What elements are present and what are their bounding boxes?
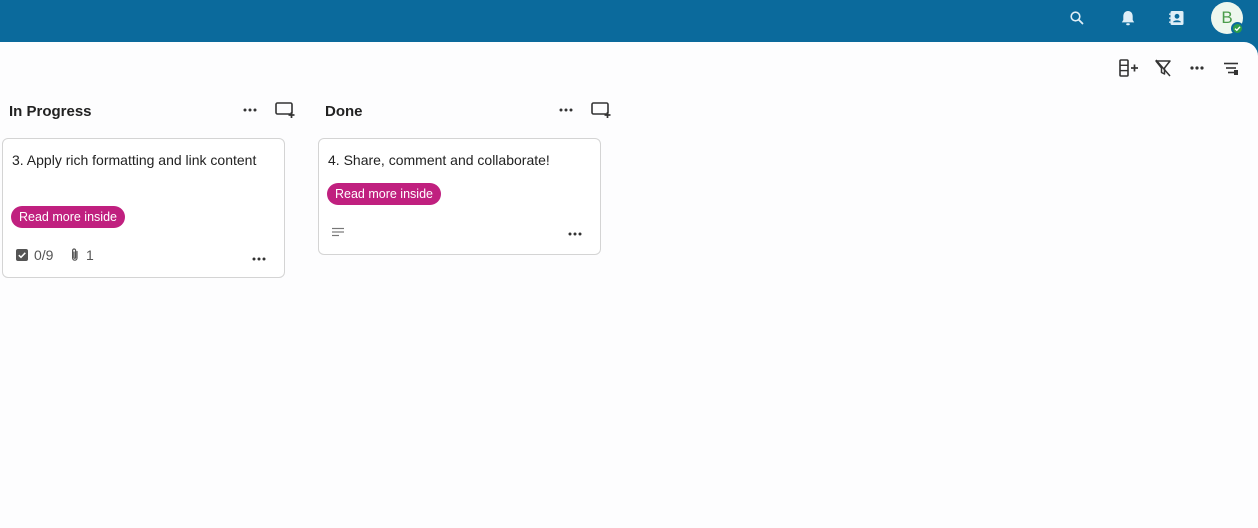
- task-card[interactable]: 3. Apply rich formatting and link conten…: [2, 138, 285, 278]
- description-icon: [331, 227, 345, 237]
- add-card-icon[interactable]: [273, 98, 297, 122]
- card-title: 4. Share, comment and collaborate!: [328, 152, 550, 168]
- column-more-icon[interactable]: [238, 98, 262, 122]
- presence-status-icon: [1231, 22, 1244, 35]
- column-more-icon[interactable]: [554, 98, 578, 122]
- top-bar: B: [0, 0, 1258, 42]
- clear-filter-icon[interactable]: [1151, 56, 1175, 80]
- checklist-count: 0/9: [34, 247, 54, 263]
- more-icon[interactable]: [1185, 56, 1209, 80]
- attachments-indicator: 1: [69, 247, 94, 263]
- column-title: Done: [325, 103, 363, 120]
- bell-icon[interactable]: [1114, 6, 1142, 30]
- label-tag[interactable]: Read more inside: [327, 183, 441, 205]
- board-area: In Progress 3. Apply rich formatting and…: [0, 42, 1258, 528]
- card-title: 3. Apply rich formatting and link conten…: [12, 152, 257, 168]
- checklist-indicator: 0/9: [15, 247, 53, 263]
- attachment-count: 1: [86, 247, 94, 263]
- checkbox-icon: [15, 248, 29, 262]
- paperclip-icon: [69, 247, 81, 263]
- task-card[interactable]: 4. Share, comment and collaborate! Read …: [318, 138, 601, 255]
- add-column-icon[interactable]: [1117, 56, 1141, 80]
- avatar[interactable]: B: [1211, 2, 1244, 35]
- contacts-icon[interactable]: [1163, 6, 1191, 30]
- add-card-icon[interactable]: [589, 98, 613, 122]
- card-more-icon[interactable]: [249, 252, 269, 266]
- card-more-icon[interactable]: [565, 227, 585, 241]
- label-tag[interactable]: Read more inside: [11, 206, 125, 228]
- search-icon[interactable]: [1063, 6, 1091, 30]
- view-settings-icon[interactable]: [1219, 56, 1243, 80]
- column-title: In Progress: [9, 103, 92, 120]
